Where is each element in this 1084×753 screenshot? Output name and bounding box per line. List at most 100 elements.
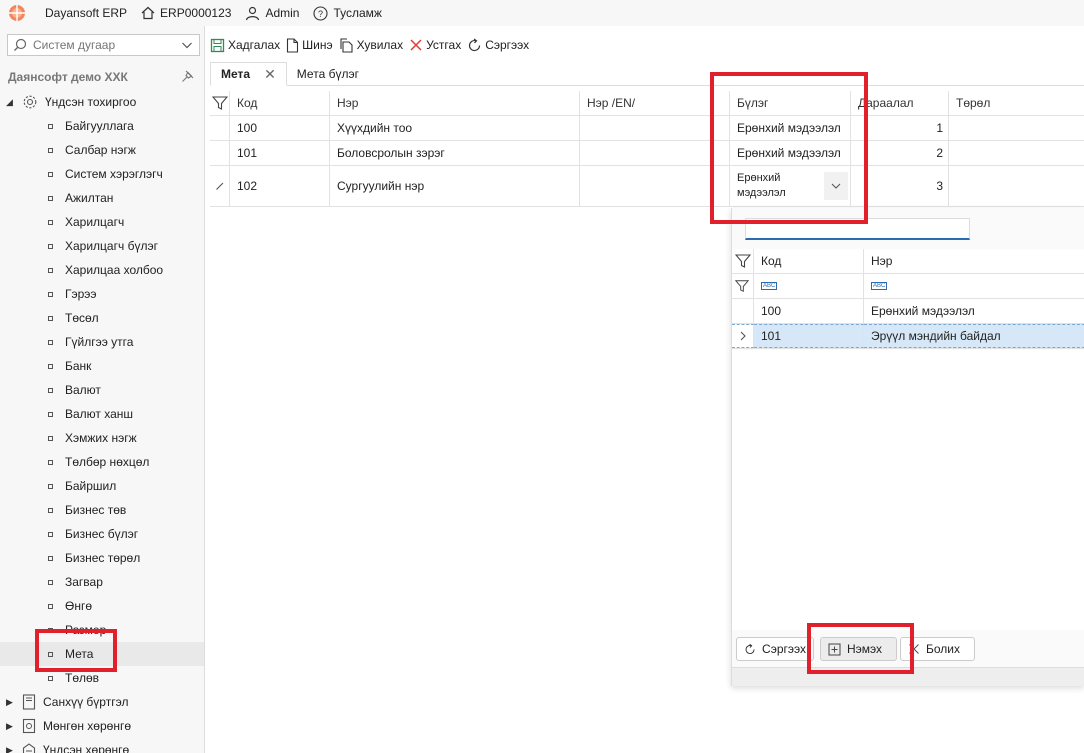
sidebar-item[interactable]: Өнгө	[0, 594, 204, 618]
popup-refresh-button[interactable]: Сэргээх	[736, 637, 814, 661]
expand-arrow-icon[interactable]: ▶	[6, 697, 16, 708]
close-icon[interactable]: ✕	[264, 66, 276, 83]
expand-arrow-icon[interactable]: ▶	[6, 721, 16, 732]
system-search-box[interactable]	[7, 34, 200, 56]
list-item-selected[interactable]: 101 Эрүүл мэндийн байдал	[732, 324, 1084, 349]
sidebar-item-label: Харилцаа холбоо	[65, 263, 164, 277]
expand-arrow-icon[interactable]: ▶	[6, 745, 16, 753]
sidebar-item[interactable]: Бизнес төрөл	[0, 546, 204, 570]
highlight-add-button	[807, 623, 914, 674]
cell-type[interactable]	[949, 141, 1084, 165]
new-button[interactable]: Шинэ	[286, 37, 333, 53]
sidebar-item[interactable]: Систем хэрэглэгч	[0, 162, 204, 186]
cell-name-en[interactable]	[580, 166, 730, 206]
popup-cell-name[interactable]: Ерөнхий мэдээлэл	[864, 299, 1084, 323]
sidebar-item[interactable]: Байршил	[0, 474, 204, 498]
help-menu[interactable]: ? Тусламж	[313, 5, 382, 21]
copy-button[interactable]: Хувилах	[339, 37, 403, 53]
cell-name-en[interactable]	[580, 116, 730, 140]
tree-root-cash[interactable]: ▶ Мөнгөн хөрөнгө	[0, 714, 204, 738]
cell-name[interactable]: Сургуулийн нэр	[330, 166, 580, 206]
cell-name[interactable]: Хүүхдийн тоо	[330, 116, 580, 140]
filter-column[interactable]	[210, 91, 230, 115]
sidebar-item[interactable]: Салбар нэгж	[0, 138, 204, 162]
sidebar-item[interactable]: Бизнес төв	[0, 498, 204, 522]
sidebar-item-label: Валют	[65, 383, 101, 397]
tree-root-setup[interactable]: ◢ Үндсэн тохиргоо	[0, 90, 204, 114]
sidebar-item[interactable]: Төлбөр нөхцөл	[0, 450, 204, 474]
sidebar-item[interactable]: Харилцагч	[0, 210, 204, 234]
tree-root-label: Мөнгөн хөрөнгө	[43, 719, 132, 733]
refresh-button[interactable]: Сэргээх	[467, 38, 529, 53]
user-menu[interactable]: Admin	[245, 6, 299, 21]
sidebar-item[interactable]: Байгууллага	[0, 114, 204, 138]
cell-code[interactable]: 102	[230, 166, 330, 206]
tab-label: Мета бүлэг	[296, 67, 359, 81]
cell-name-en[interactable]	[580, 141, 730, 165]
popup-filter-code[interactable]: ABC	[754, 274, 864, 298]
refresh-icon	[745, 643, 755, 654]
popup-filter-name[interactable]: ABC	[864, 274, 1084, 298]
sidebar-item-label: Байршил	[65, 479, 117, 493]
svg-text:?: ?	[318, 9, 323, 19]
tab-meta-group[interactable]: Мета бүлэг	[287, 62, 369, 86]
bullet-icon	[48, 603, 53, 609]
sidebar-item[interactable]: Харилцаа холбоо	[0, 258, 204, 282]
bullet-icon	[48, 291, 53, 297]
column-header-code[interactable]: Код	[230, 91, 330, 115]
cell-code[interactable]: 100	[230, 116, 330, 140]
sidebar-item[interactable]: Гүйлгээ утга	[0, 330, 204, 354]
tree-root-fixed-assets[interactable]: ▶ Үндсэн хөрөнгө	[0, 738, 204, 753]
tab-meta[interactable]: Мета ✕	[210, 62, 287, 86]
sidebar-item[interactable]: Гэрээ	[0, 282, 204, 306]
save-button[interactable]: Хадгалах	[210, 38, 280, 53]
popup-filter-row-icon[interactable]	[732, 274, 754, 298]
popup-cell-name[interactable]: Эрүүл мэндийн байдал	[864, 324, 1084, 348]
cell-type[interactable]	[949, 116, 1084, 140]
popup-grid-empty-area	[732, 350, 1084, 630]
copy-icon	[340, 37, 353, 53]
sidebar-item[interactable]: Харилцагч бүлэг	[0, 234, 204, 258]
sidebar-item[interactable]: Ажилтан	[0, 186, 204, 210]
popup-cell-code[interactable]: 100	[754, 299, 864, 323]
popup-cell-code[interactable]: 101	[754, 324, 864, 348]
sidebar-item[interactable]: Валют	[0, 378, 204, 402]
sidebar-item[interactable]: Загвар	[0, 570, 204, 594]
column-header-name-en[interactable]: Нэр /EN/	[580, 91, 730, 115]
sidebar-item-label: Бизнес төв	[65, 503, 127, 517]
pin-icon[interactable]	[181, 70, 194, 83]
sidebar-item-label: Гүйлгээ утга	[65, 335, 134, 349]
table-row[interactable]: 101 Боловсролын зэрэг Ерөнхий мэдээлэл 2	[210, 141, 1084, 166]
pencil-icon	[216, 182, 224, 190]
system-search-input[interactable]	[33, 38, 173, 52]
cell-code[interactable]: 101	[230, 141, 330, 165]
sidebar-item[interactable]: Төсөл	[0, 306, 204, 330]
sidebar-item[interactable]: Банк	[0, 354, 204, 378]
column-header-name[interactable]: Нэр	[330, 91, 580, 115]
table-row[interactable]: 100 Хүүхдийн тоо Ерөнхий мэдээлэл 1	[210, 116, 1084, 141]
bullet-icon	[48, 147, 53, 153]
sidebar-item[interactable]: Хэмжих нэгж	[0, 426, 204, 450]
list-item[interactable]: 100 Ерөнхий мэдээлэл	[732, 299, 1084, 324]
chevron-down-icon[interactable]	[181, 39, 193, 51]
tree-root-finance[interactable]: ▶ Санхүү бүртгэл	[0, 690, 204, 714]
bullet-icon	[48, 123, 53, 129]
cell-type[interactable]	[949, 166, 1084, 206]
sidebar-item[interactable]: Бизнес бүлэг	[0, 522, 204, 546]
column-header-type[interactable]: Төрөл	[949, 91, 1084, 115]
table-row-editing[interactable]: 102 Сургуулийн нэр Ерөнхий мэдээлэл 3	[210, 166, 1084, 207]
sidebar-item-label: Харилцагч	[65, 215, 125, 229]
filter-icon[interactable]	[212, 95, 228, 111]
cell-name[interactable]: Боловсролын зэрэг	[330, 141, 580, 165]
tree-root-label: Үндсэн тохиргоо	[45, 95, 137, 109]
popup-filter-column[interactable]	[732, 249, 754, 273]
filter-icon[interactable]	[735, 253, 751, 269]
popup-column-header-code[interactable]: Код	[754, 249, 864, 273]
popup-column-header-name[interactable]: Нэр	[864, 249, 1084, 273]
collapse-arrow-icon[interactable]: ◢	[6, 97, 16, 108]
filter-icon[interactable]	[735, 279, 749, 293]
help-icon: ?	[313, 5, 329, 21]
delete-button[interactable]: Устгах	[409, 38, 461, 52]
system-number[interactable]: ERP0000123	[141, 6, 231, 20]
sidebar-item[interactable]: Валют ханш	[0, 402, 204, 426]
